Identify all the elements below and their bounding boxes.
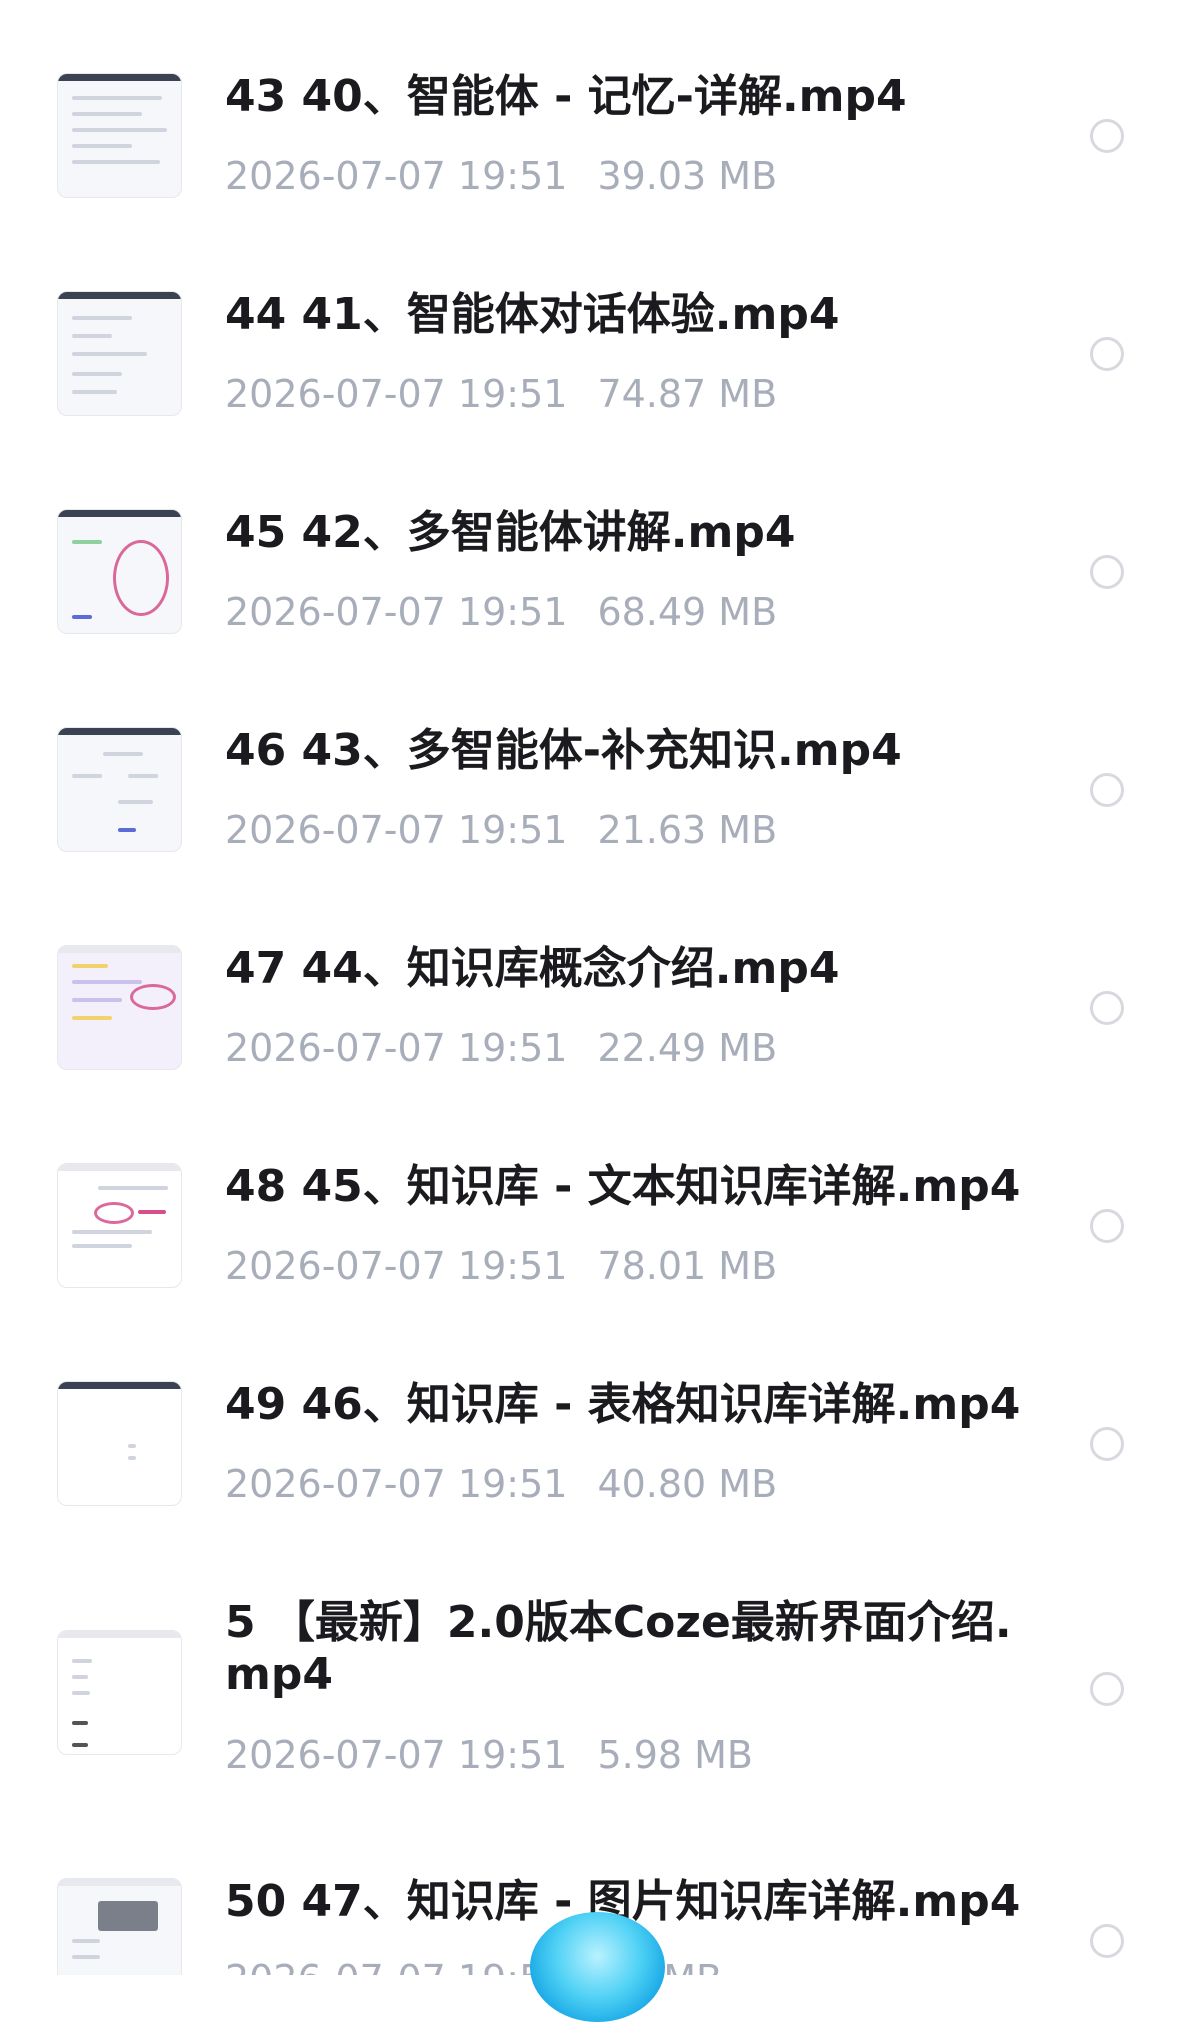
file-date: 2026-07-07 19:51 [225, 1244, 568, 1288]
file-meta: 2026-07-07 19:51 21.63 MB [225, 807, 777, 853]
file-size: 74.87 MB [597, 372, 778, 416]
select-radio[interactable] [1090, 1672, 1124, 1706]
floating-assistant-ball-icon[interactable] [530, 1912, 665, 2022]
file-date: 2026-07-07 19:51 [225, 372, 568, 416]
select-radio[interactable] [1090, 337, 1124, 371]
list-item[interactable]: 5 【最新】2.0版本Coze最新界面介绍.mp4 2026-07-07 19:… [0, 1526, 1200, 1796]
video-thumbnail-icon [57, 291, 182, 416]
select-radio[interactable] [1090, 119, 1124, 153]
file-meta: 2026-07-07 19:51 78.01 MB [225, 1243, 777, 1289]
file-meta: 2026-07-07 19:51 5.98 MB [225, 1732, 753, 1778]
video-thumbnail-icon [57, 945, 182, 1070]
file-size: 40.80 MB [597, 1462, 778, 1506]
video-thumbnail-icon [57, 509, 182, 634]
file-name: 49 46、知识库 - 表格知识库详解.mp4 [225, 1379, 1021, 1430]
file-date: 2026-07-07 19:51 [225, 590, 568, 634]
file-name: 47 44、知识库概念介绍.mp4 [225, 943, 840, 994]
list-item[interactable]: 48 45、知识库 - 文本知识库详解.mp4 2026-07-07 19:51… [0, 1090, 1200, 1308]
file-date: 2026-07-07 19:51 [225, 1462, 568, 1506]
list-item[interactable]: 47 44、知识库概念介绍.mp4 2026-07-07 19:51 22.49 … [0, 872, 1200, 1090]
select-radio[interactable] [1090, 991, 1124, 1025]
list-item[interactable]: 44 41、智能体对话体验.mp4 2026-07-07 19:51 74.87 … [0, 218, 1200, 436]
list-item[interactable]: 45 42、多智能体讲解.mp4 2026-07-07 19:51 68.49 M… [0, 436, 1200, 654]
video-thumbnail-icon [57, 1878, 182, 1975]
select-radio[interactable] [1090, 1209, 1124, 1243]
file-meta: 2026-07-07 19:51 40.80 MB [225, 1461, 777, 1507]
file-meta: 2026-07-07 19:51 22.49 MB [225, 1025, 777, 1071]
file-date: 2026-07-07 19:51 [225, 808, 568, 852]
file-size: 22.49 MB [597, 1026, 778, 1070]
video-thumbnail-icon [57, 727, 182, 852]
file-size: 39.03 MB [597, 154, 778, 198]
file-name: 43 40、智能体 - 记忆-详解.mp4 [225, 71, 907, 122]
select-radio[interactable] [1090, 1427, 1124, 1461]
file-size: 21.63 MB [597, 808, 778, 852]
file-date: 2026-07-07 19:5 [225, 1957, 543, 1975]
file-date: 2026-07-07 19:51 [225, 1733, 568, 1777]
list-item[interactable]: 46 43、多智能体-补充知识.mp4 2026-07-07 19:51 21.6… [0, 654, 1200, 872]
file-size: MB [663, 1957, 722, 1975]
file-size: 68.49 MB [597, 590, 778, 634]
file-date: 2026-07-07 19:51 [225, 154, 568, 198]
file-meta: 2026-07-07 19:51 68.49 MB [225, 589, 777, 635]
list-item[interactable]: 43 40、智能体 - 记忆-详解.mp4 2026-07-07 19:51 39… [0, 0, 1200, 218]
file-meta: 2026-07-07 19:51 39.03 MB [225, 153, 777, 199]
select-radio[interactable] [1090, 1924, 1124, 1958]
select-radio[interactable] [1090, 555, 1124, 589]
video-thumbnail-icon [57, 1381, 182, 1506]
video-thumbnail-icon [57, 73, 182, 198]
select-radio[interactable] [1090, 773, 1124, 807]
file-name: 5 【最新】2.0版本Coze最新界面介绍.mp4 [225, 1597, 1012, 1700]
file-name: 44 41、智能体对话体验.mp4 [225, 289, 840, 340]
video-thumbnail-icon [57, 1163, 182, 1288]
file-meta: 2026-07-07 19:51 74.87 MB [225, 371, 777, 417]
list-item[interactable]: 49 46、知识库 - 表格知识库详解.mp4 2026-07-07 19:51… [0, 1308, 1200, 1526]
file-name: 46 43、多智能体-补充知识.mp4 [225, 725, 902, 776]
file-date: 2026-07-07 19:51 [225, 1026, 568, 1070]
file-size: 5.98 MB [597, 1733, 753, 1777]
file-size: 78.01 MB [597, 1244, 778, 1288]
file-list: 43 40、智能体 - 记忆-详解.mp4 2026-07-07 19:51 39… [0, 0, 1200, 2022]
video-thumbnail-icon [57, 1630, 182, 1755]
file-name: 48 45、知识库 - 文本知识库详解.mp4 [225, 1161, 1021, 1212]
file-name: 45 42、多智能体讲解.mp4 [225, 507, 796, 558]
